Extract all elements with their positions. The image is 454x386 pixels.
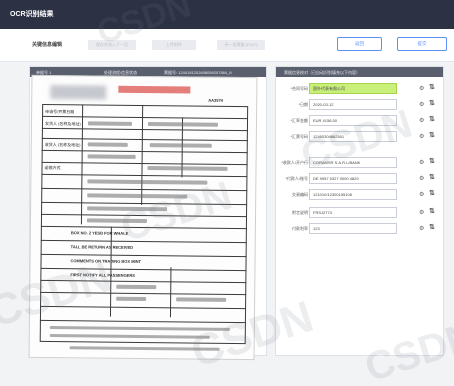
app-title: OCR识别结果 xyxy=(10,11,54,18)
payee-input[interactable]: CORAMSR S.A.R.L/BANK xyxy=(309,157,397,168)
contract-number-input[interactable]: 国外代表有限公司 xyxy=(309,83,397,94)
doc-code: AA3574 xyxy=(208,97,223,103)
field-label: *日期 xyxy=(298,102,308,107)
page-title: 关键信息编辑 xyxy=(32,42,63,48)
remark-input[interactable]: FRSJ2774 xyxy=(309,207,397,218)
save-next-button[interactable]: 保存并进入下一页 xyxy=(88,40,136,50)
field-label: 付款利率 xyxy=(292,226,308,231)
gear-icon[interactable]: ⚙ xyxy=(419,209,424,217)
form-row: 交易编码 121010/12300155106 ⚙ ⇅ xyxy=(276,188,444,202)
form-row: *付款人/账号 DE 9957 5327 0000 4829 ⚙ ⇅ xyxy=(276,172,444,186)
ocr-tool-icon[interactable]: ⇅ xyxy=(429,208,435,216)
gear-icon[interactable]: ⚙ xyxy=(419,159,424,167)
app-header: OCR识别结果 xyxy=(0,0,454,29)
payer-account-input[interactable]: DE 9957 5327 0000 4829 xyxy=(309,173,397,184)
field-label-3: 收货人 (名称及地址) xyxy=(44,141,81,148)
draft-number-input[interactable]: 12460304862501 xyxy=(309,131,397,142)
field-label: *付款人/账号 xyxy=(285,176,308,181)
form-row: *合同号码 国外代表有限公司 ⚙ ⇅ xyxy=(276,82,444,96)
field-label: *收款人/开户行 xyxy=(281,160,308,165)
amount-input[interactable]: EUR 4158.00 xyxy=(309,115,397,126)
field-label: *合同号码 xyxy=(290,86,308,91)
field-label: *汇票号码 xyxy=(290,134,308,139)
interest-rate-input[interactable]: 123 xyxy=(309,223,397,234)
field-label: 附言说明 xyxy=(292,210,308,215)
gear-icon[interactable]: ⚙ xyxy=(419,225,424,233)
ocr-tool-icon[interactable]: ⇅ xyxy=(429,174,435,182)
ocr-tool-icon[interactable]: ⇅ xyxy=(429,190,435,198)
field-label-4: 运输方式 xyxy=(44,164,61,171)
form-row: 付款利率 123 ⚙ ⇅ xyxy=(276,222,444,236)
ocr-tool-icon[interactable]: ⇅ xyxy=(429,100,435,108)
field-label-8: FIRST NOTIFY ALL PASSENGERS xyxy=(70,272,135,278)
field-label: *汇率金额 xyxy=(290,118,308,123)
red-title-stamp xyxy=(118,85,191,94)
submit-button[interactable]: 提交 xyxy=(397,37,447,51)
gear-icon[interactable]: ⚙ xyxy=(419,117,424,125)
date-input[interactable]: 2020-03-12 xyxy=(309,99,397,110)
field-label-2: 发货人 (名称及地址) xyxy=(44,120,81,127)
gear-icon[interactable]: ⚙ xyxy=(419,85,424,93)
form-row: 附言说明 FRSJ2774 ⚙ ⇅ xyxy=(276,206,444,220)
transaction-code-input[interactable]: 121010/12300155106 xyxy=(309,189,397,200)
field-label-5: BOX NO. 2 YESB FOR WHALE xyxy=(70,230,129,236)
editor-header-title: 票据信息校对（已自动识别填充以下内容） xyxy=(284,70,360,75)
ocr-tool-icon[interactable]: ⇅ xyxy=(429,116,435,124)
field-label-1: 申请号/开票日期 xyxy=(45,108,75,115)
blurred-logo xyxy=(50,85,107,100)
editor-header: 票据信息校对（已自动识别填充以下内容） xyxy=(276,67,443,77)
field-label: 交易编码 xyxy=(292,192,308,197)
upload-button[interactable]: 上传附件 xyxy=(152,40,196,50)
ocr-tool-icon[interactable]: ⇅ xyxy=(429,158,435,166)
ocr-tool-icon[interactable]: ⇅ xyxy=(429,84,435,92)
scanned-document-image[interactable]: AA3574 申请号/开票日期 发货人 (名称及地址) 收货人 (名称及地址) … xyxy=(28,74,258,361)
field-label-6: TALL BE RETURN AS RECEIVED xyxy=(70,244,134,250)
form-row: *日期 2020-03-12 ⚙ ⇅ xyxy=(276,98,444,112)
gear-icon[interactable]: ⚙ xyxy=(419,175,424,183)
gear-icon[interactable]: ⚙ xyxy=(419,191,424,199)
gear-icon[interactable]: ⚙ xyxy=(419,101,424,109)
toolbar: 关键信息编辑 保存并进入下一页 上传附件 另一张票据 (EDIT) 返回 提交 xyxy=(0,29,454,62)
back-button[interactable]: 返回 xyxy=(337,37,382,51)
form-row: *汇票号码 12460304862501 ⚙ ⇅ xyxy=(276,130,444,144)
doc-number: 票据号: 1240181202608089257864_8 xyxy=(164,70,232,75)
other-doc-button[interactable]: 另一张票据 (EDIT) xyxy=(217,40,265,50)
gear-icon[interactable]: ⚙ xyxy=(419,133,424,141)
ocr-tool-icon[interactable]: ⇅ xyxy=(429,132,435,140)
form-row: *汇率金额 EUR 4158.00 ⚙ ⇅ xyxy=(276,114,444,128)
field-label-7: COMMENTS ON TRADING BOX MINT xyxy=(70,258,142,264)
ocr-tool-icon[interactable]: ⇅ xyxy=(429,224,435,232)
form-row: *收款人/开户行 CORAMSR S.A.R.L/BANK ⚙ ⇅ xyxy=(276,156,444,170)
